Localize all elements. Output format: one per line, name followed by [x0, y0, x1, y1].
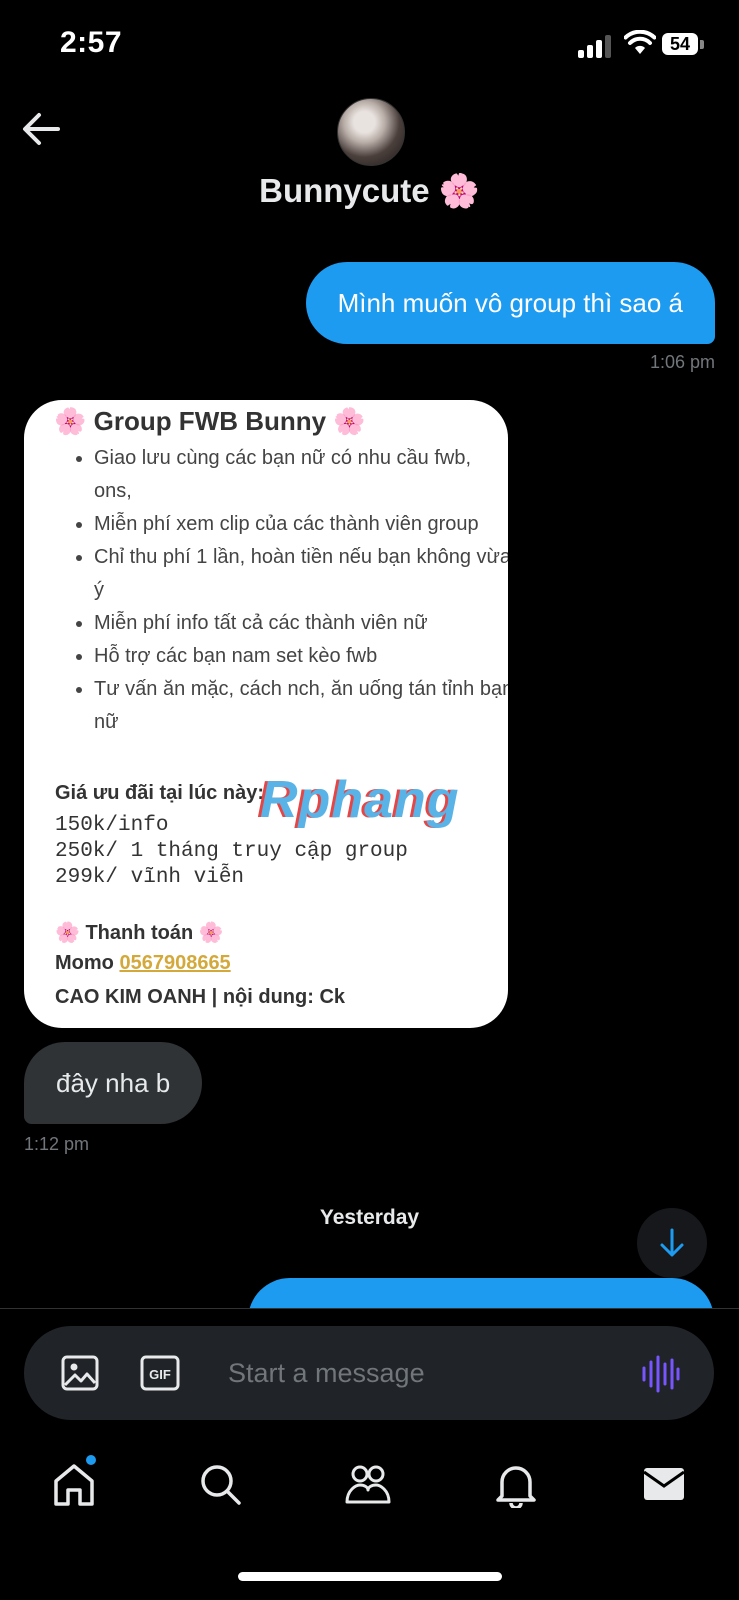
account-owner: CAO KIM OANH | nội dung: Ck [55, 986, 346, 1008]
date-separator: Yesterday [319, 1206, 420, 1229]
avatar[interactable] [337, 98, 405, 166]
price-line: 150k/info [55, 814, 169, 837]
gif-icon: GIF [140, 1355, 180, 1391]
payment-title: 🌸 Thanh toán 🌸 [55, 922, 224, 944]
arrow-left-icon[interactable] [22, 112, 60, 146]
watermark-logo: Rphang [260, 771, 460, 829]
voice-wave-icon[interactable] [640, 1354, 680, 1394]
list-item: Giao lưu cùng các bạn nữ có nhu cầu fwb,… [94, 442, 508, 508]
notification-dot [86, 1455, 96, 1465]
battery-icon: 54 [662, 33, 704, 57]
scroll-to-bottom-button[interactable] [637, 1208, 707, 1278]
list-item: Miễn phí info tất cả các thành viên nữ [94, 607, 508, 640]
image-icon[interactable] [60, 1353, 100, 1393]
momo-phone-link[interactable]: 0567908665 [119, 952, 230, 974]
gif-button[interactable]: GIF [140, 1353, 180, 1393]
home-indicator [238, 1572, 502, 1581]
momo-label: Momo [55, 952, 114, 974]
communities-icon[interactable] [344, 1460, 392, 1508]
list-item: Chỉ thu phí 1 lần, hoàn tiền nếu bạn khô… [94, 541, 508, 607]
gif-label: GIF [149, 1367, 171, 1382]
status-time: 2:57 [60, 26, 123, 59]
cellular-signal-icon [578, 34, 614, 58]
search-icon[interactable] [196, 1460, 244, 1508]
momo-line: Momo 0567908665 [55, 952, 231, 975]
list-item: Miễn phí xem clip của các thành viên gro… [94, 508, 508, 541]
arrow-down-icon [660, 1228, 684, 1257]
list-item: Hỗ trợ các bạn nam set kèo fwb [94, 640, 508, 673]
battery-level: 54 [662, 33, 698, 55]
contact-name[interactable]: Bunnycute 🌸 [0, 172, 739, 211]
outgoing-message-bubble[interactable]: Mình muốn vô group thì sao á [305, 262, 715, 344]
wifi-icon [624, 30, 656, 54]
price-line: 250k/ 1 tháng truy cập group [55, 840, 408, 863]
card-title: 🌸 Group FWB Bunny 🌸 [54, 406, 366, 436]
promo-title: Giá ưu đãi tại lúc này: [55, 782, 264, 804]
notifications-icon[interactable] [492, 1460, 540, 1508]
incoming-message-bubble[interactable]: đây nha b [24, 1042, 203, 1124]
home-icon[interactable] [50, 1460, 98, 1508]
list-item: Tư vấn ăn mặc, cách nch, ăn uống tán tỉn… [94, 673, 508, 739]
messages-icon[interactable] [640, 1460, 688, 1508]
image-message[interactable]: 🌸 Group FWB Bunny 🌸 Giao lưu cùng các bạ… [24, 400, 508, 1028]
message-input[interactable] [226, 1352, 610, 1394]
message-timestamp: 1:12 pm [24, 1134, 90, 1154]
message-timestamp: 1:06 pm [649, 352, 715, 372]
benefit-list: Giao lưu cùng các bạn nữ có nhu cầu fwb,… [70, 442, 508, 739]
price-line: 299k/ vĩnh viễn [55, 866, 245, 889]
